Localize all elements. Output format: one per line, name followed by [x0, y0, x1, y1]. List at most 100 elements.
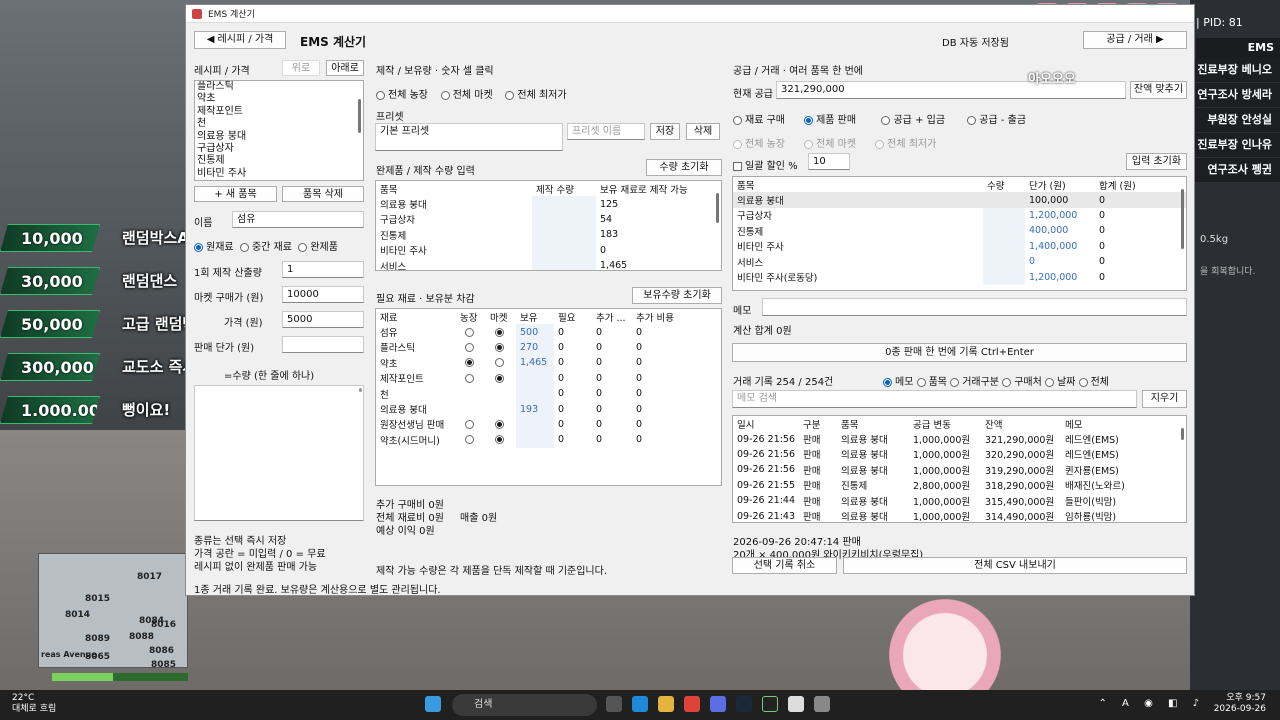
unit-price-cell[interactable]: 0 — [1025, 254, 1095, 269]
supply-qty-cell[interactable] — [983, 223, 1025, 239]
material-farm-radio[interactable] — [465, 373, 474, 383]
material-farm-cell[interactable] — [456, 371, 486, 386]
terminal-icon[interactable] — [762, 696, 778, 712]
windows-start-icon[interactable] — [425, 696, 441, 712]
craft-qty-cell[interactable] — [532, 196, 596, 212]
material-market-radio[interactable] — [495, 419, 504, 429]
products-scrollbar[interactable] — [716, 193, 719, 223]
type-radio-product[interactable] — [298, 242, 308, 252]
table-row[interactable]: 비타민 주사 1,400,000 0 — [733, 238, 1186, 254]
scope-radio-market[interactable] — [804, 139, 814, 149]
material-market-cell[interactable] — [486, 324, 516, 339]
fit-balance-button[interactable]: 잔액 맞추기 — [1130, 81, 1187, 99]
material-farm-radio[interactable] — [465, 358, 474, 368]
item-name-field[interactable]: 섬유 — [232, 211, 364, 228]
mode-radio-withdraw[interactable] — [967, 115, 977, 125]
list-item[interactable]: 플라스틱 — [195, 81, 363, 93]
material-market-cell[interactable] — [486, 386, 516, 401]
calculator-icon[interactable] — [814, 696, 830, 712]
material-market-radio[interactable] — [495, 373, 504, 383]
market-price-field[interactable]: 10000 — [282, 286, 364, 303]
source-radio-market[interactable] — [440, 90, 450, 100]
preset-save-button[interactable]: 저장 — [650, 123, 680, 140]
material-market-radio[interactable] — [495, 435, 504, 445]
filter-radio-all[interactable] — [1078, 377, 1088, 387]
edge-icon[interactable] — [632, 696, 648, 712]
source-radio-farm[interactable] — [376, 90, 385, 100]
recipe-item-list[interactable]: 플라스틱 약초 제작포인트 천 의료용 붕대 구급상자 진통제 비타민 주사 — [194, 80, 364, 181]
reset-stock-button[interactable]: 보유수량 초기화 — [632, 287, 722, 304]
craft-qty-cell[interactable] — [532, 211, 596, 228]
list-item[interactable]: 제작포인트 — [195, 106, 363, 118]
preset-name-field[interactable]: 프리셋 이름 — [567, 123, 645, 140]
clock[interactable]: 오후 9:57 2026-09-26 — [1214, 693, 1266, 715]
craft-qty-cell[interactable] — [532, 227, 596, 243]
unit-price-cell[interactable]: 400,000 — [1025, 223, 1095, 238]
unit-price-cell[interactable]: 1,400,000 — [1025, 239, 1095, 254]
weather-widget[interactable]: 22°C 대체로 흐림 — [12, 693, 56, 715]
table-row[interactable]: 서비스 0 0 — [733, 253, 1186, 270]
filter-radio-type[interactable] — [950, 377, 960, 387]
move-down-button[interactable]: 아래로 — [326, 60, 364, 76]
filter-radio-date[interactable] — [1044, 377, 1054, 387]
app-icon[interactable] — [710, 696, 726, 712]
material-market-cell[interactable] — [486, 371, 516, 386]
type-radio-raw[interactable] — [194, 242, 203, 252]
delete-item-button[interactable]: 품목 삭제 — [282, 186, 364, 202]
export-csv-button[interactable]: 전체 CSV 내보내기 — [843, 557, 1187, 574]
bulk-discount-field[interactable]: 10 — [808, 153, 850, 170]
unit-price-cell[interactable]: 100,000 — [1025, 192, 1095, 208]
material-market-cell[interactable] — [486, 432, 516, 447]
supply-qty-cell[interactable] — [983, 269, 1025, 285]
recipe-price-nav-button[interactable]: ◀ 레시피 / 가격 — [194, 31, 286, 49]
notepad-icon[interactable] — [788, 696, 804, 712]
table-row[interactable]: 비타민 주사(로동당) 1,200,000 0 — [733, 269, 1186, 285]
material-market-cell[interactable] — [486, 401, 516, 416]
file-explorer-icon[interactable] — [658, 696, 674, 712]
record-trade-button[interactable]: 0종 판매 한 번에 기록 Ctrl+Enter — [732, 343, 1187, 362]
supply-qty-cell[interactable] — [983, 238, 1025, 254]
supply-qty-cell[interactable] — [983, 207, 1025, 224]
stock-cell[interactable] — [516, 432, 554, 448]
history-scrollbar[interactable] — [1181, 428, 1184, 440]
bulk-discount-checkbox[interactable] — [733, 161, 742, 171]
material-farm-cell[interactable] — [456, 401, 486, 416]
stock-cell[interactable] — [516, 416, 554, 433]
supply-qty-cell[interactable] — [983, 253, 1025, 270]
preset-select[interactable]: 기본 프리셋 — [375, 123, 563, 151]
table-row[interactable]: 의료용 붕대 100,000 0 — [733, 192, 1186, 208]
material-farm-radio[interactable] — [465, 327, 474, 337]
stock-cell[interactable] — [516, 370, 554, 386]
history-row[interactable]: 09-26 21:43 판매 의료용 붕대 1,000,000원 314,490,000… — [733, 508, 1186, 522]
recipe-textarea[interactable] — [194, 385, 364, 521]
textarea-scrollbar[interactable] — [359, 388, 362, 392]
material-farm-cell[interactable] — [456, 386, 486, 401]
reset-input-button[interactable]: 입력 초기화 — [1126, 153, 1187, 170]
material-market-cell[interactable] — [486, 417, 516, 432]
material-market-cell[interactable] — [486, 355, 516, 370]
preset-delete-button[interactable]: 삭제 — [686, 123, 720, 140]
stock-cell[interactable] — [516, 385, 554, 402]
new-item-button[interactable]: + 새 품목 — [194, 186, 277, 202]
reset-qty-button[interactable]: 수량 초기화 — [646, 159, 722, 176]
unit-price-cell[interactable]: 1,200,000 — [1025, 269, 1095, 284]
material-farm-cell[interactable] — [456, 340, 486, 355]
move-up-button[interactable]: 위로 — [282, 60, 320, 76]
table-row[interactable]: 구급상자 1,200,000 0 — [733, 207, 1186, 224]
stock-cell[interactable]: 1,465 — [516, 355, 554, 371]
table-row[interactable]: 진통제 400,000 0 — [733, 223, 1186, 239]
stock-cell[interactable]: 193 — [516, 401, 554, 417]
list-item[interactable]: 구급상자 — [195, 143, 363, 155]
list-scrollbar[interactable] — [358, 99, 361, 133]
history-row[interactable]: 09-26 21:55 판매 진통제 2,800,000원 318,290,000원 배재… — [733, 478, 1186, 493]
cancel-record-button[interactable]: 선택 기록 취소 — [732, 557, 837, 574]
clear-search-button[interactable]: 지우기 — [1142, 390, 1187, 408]
filter-radio-item[interactable] — [916, 377, 926, 387]
sell-price-field[interactable] — [282, 336, 364, 353]
steam-icon[interactable] — [736, 696, 752, 712]
mode-radio-deposit[interactable] — [881, 115, 891, 125]
material-farm-cell[interactable] — [456, 417, 486, 432]
supply-items-scrollbar[interactable] — [1181, 189, 1184, 249]
stock-cell[interactable]: 500 — [516, 324, 554, 340]
craft-qty-cell[interactable] — [532, 257, 596, 270]
